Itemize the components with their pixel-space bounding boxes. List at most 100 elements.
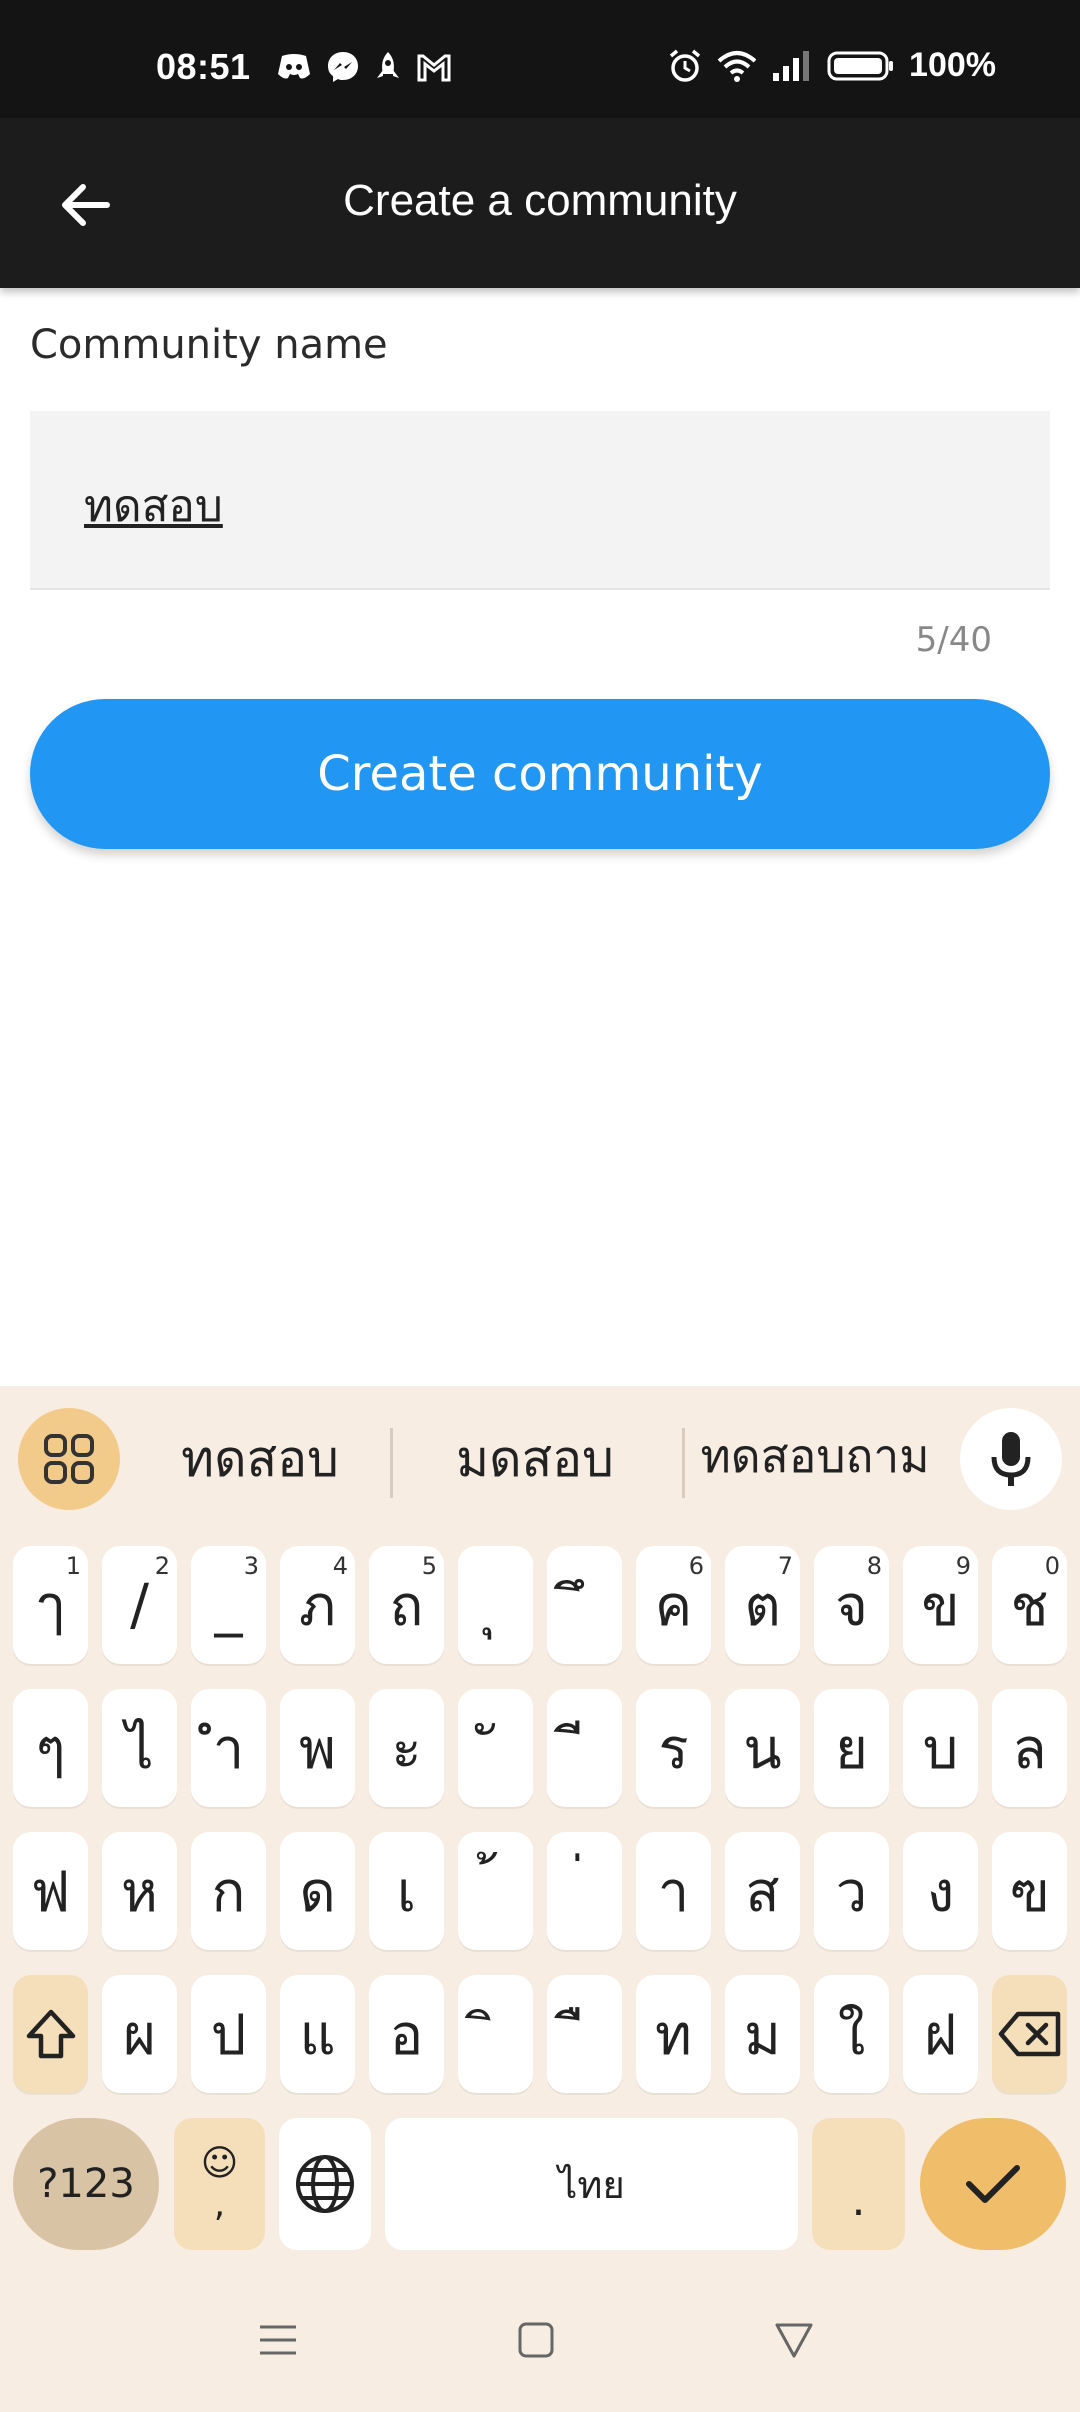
enter-key[interactable]: [920, 2118, 1066, 2250]
microphone-icon: [991, 1432, 1031, 1486]
key[interactable]: ห: [102, 1832, 177, 1950]
community-name-label: Community name: [30, 322, 388, 368]
key[interactable]: ะ: [369, 1689, 444, 1807]
key[interactable]: ๆ: [13, 1689, 88, 1807]
system-back-button[interactable]: [744, 2300, 844, 2380]
key-label: _: [214, 1572, 243, 1638]
shift-key[interactable]: [13, 1975, 88, 2093]
create-community-button[interactable]: Create community: [30, 699, 1050, 849]
globe-icon: [296, 2155, 354, 2213]
app-bar: Create a community: [0, 118, 1080, 288]
key-label: ภ: [299, 1573, 336, 1639]
suggestion-2[interactable]: มดสอบ: [425, 1420, 645, 1499]
comma-label: ,: [213, 2184, 226, 2225]
key[interactable]: ิ: [458, 1975, 533, 2093]
gmail-icon: [417, 54, 451, 82]
signal-icon: [773, 50, 810, 81]
home-icon: [518, 2322, 554, 2358]
key[interactable]: ี: [547, 1689, 622, 1807]
key[interactable]: พ: [280, 1689, 355, 1807]
key[interactable]: บ: [903, 1689, 978, 1807]
period-key[interactable]: .: [812, 2118, 905, 2250]
key[interactable]: ต7: [725, 1546, 800, 1664]
key[interactable]: อ: [369, 1975, 444, 2093]
key-label: ถ: [389, 1573, 424, 1639]
key[interactable]: ง: [903, 1832, 978, 1950]
key-label: ช: [1010, 1573, 1049, 1639]
key[interactable]: ย: [814, 1689, 889, 1807]
suggestion-3[interactable]: ทดสอบถาม: [690, 1420, 940, 1493]
key[interactable]: ท: [636, 1975, 711, 2093]
key[interactable]: ใ: [814, 1975, 889, 2093]
language-key[interactable]: [279, 2118, 371, 2250]
community-name-value: ทดสอบ: [84, 481, 223, 532]
status-right-icons: 100%: [667, 46, 996, 85]
key[interactable]: ฃ: [992, 1832, 1067, 1950]
key[interactable]: ถ5: [369, 1546, 444, 1664]
key[interactable]: ฝ: [903, 1975, 978, 2093]
key-label: ข: [921, 1573, 960, 1639]
key[interactable]: ร: [636, 1689, 711, 1807]
key[interactable]: ่: [547, 1832, 622, 1950]
check-icon: [966, 2165, 1020, 2203]
suggestion-1[interactable]: ทดสอบ: [150, 1420, 370, 1499]
key[interactable]: ข9: [903, 1546, 978, 1664]
key[interactable]: ภ4: [280, 1546, 355, 1664]
key-label: ๅ: [36, 1573, 65, 1639]
key[interactable]: เ: [369, 1832, 444, 1950]
key[interactable]: า: [636, 1832, 711, 1950]
recent-apps-button[interactable]: [228, 2300, 328, 2380]
status-time: 08:51: [156, 46, 251, 87]
key[interactable]: ล: [992, 1689, 1067, 1807]
rocket-icon: [377, 52, 399, 78]
key[interactable]: ม: [725, 1975, 800, 2093]
key[interactable]: ว: [814, 1832, 889, 1950]
key[interactable]: ค6: [636, 1546, 711, 1664]
key[interactable]: ำ: [191, 1689, 266, 1807]
battery-icon: [827, 51, 894, 80]
character-counter: 5/40: [915, 620, 992, 660]
key[interactable]: แ: [280, 1975, 355, 2093]
wifi-icon: [717, 50, 757, 82]
key[interactable]: ื: [547, 1975, 622, 2093]
key[interactable]: ุ: [458, 1546, 533, 1664]
key[interactable]: ๅ1: [13, 1546, 88, 1664]
key-hint: 5: [421, 1552, 437, 1580]
key[interactable]: ้: [458, 1832, 533, 1950]
key[interactable]: ช0: [992, 1546, 1067, 1664]
key-hint: 1: [65, 1552, 81, 1580]
key[interactable]: ก: [191, 1832, 266, 1950]
key[interactable]: ป: [191, 1975, 266, 2093]
key-label: /: [130, 1572, 149, 1638]
key-hint: 4: [332, 1552, 348, 1580]
key[interactable]: _ 3: [191, 1546, 266, 1664]
grid-icon: [44, 1434, 94, 1484]
key-hint: 7: [777, 1552, 793, 1580]
status-bar: 08:51 100%: [0, 0, 1080, 118]
key[interactable]: ผ: [102, 1975, 177, 2093]
community-name-field[interactable]: ทดสอบ: [30, 411, 1050, 590]
key[interactable]: ฟ: [13, 1832, 88, 1950]
key[interactable]: ึ: [547, 1546, 622, 1664]
key[interactable]: ั: [458, 1689, 533, 1807]
key-hint: 0: [1044, 1552, 1060, 1580]
shift-icon: [26, 2009, 75, 2059]
keyboard: ทดสอบ มดสอบ ทดสอบถาม ๅ1 /2 _3 ภ4 ถ5 ุ ึ …: [0, 1386, 1080, 2412]
key[interactable]: ส: [725, 1832, 800, 1950]
key[interactable]: ด: [280, 1832, 355, 1950]
alarm-icon: [669, 49, 701, 82]
backspace-key[interactable]: [992, 1975, 1067, 2093]
key-label: ต: [744, 1573, 781, 1639]
key[interactable]: ไ: [102, 1689, 177, 1807]
home-button[interactable]: [486, 2300, 586, 2380]
key[interactable]: จ8: [814, 1546, 889, 1664]
symbols-key[interactable]: ?123: [13, 2118, 159, 2250]
key[interactable]: /2: [102, 1546, 177, 1664]
key-hint: 6: [688, 1552, 704, 1580]
space-key[interactable]: ไทย: [385, 2118, 798, 2250]
emoji-key[interactable]: ☺ ,: [174, 2118, 265, 2250]
voice-input-button[interactable]: [960, 1408, 1062, 1510]
keyboard-apps-button[interactable]: [18, 1408, 120, 1510]
back-triangle-icon: [775, 2323, 813, 2358]
key[interactable]: น: [725, 1689, 800, 1807]
